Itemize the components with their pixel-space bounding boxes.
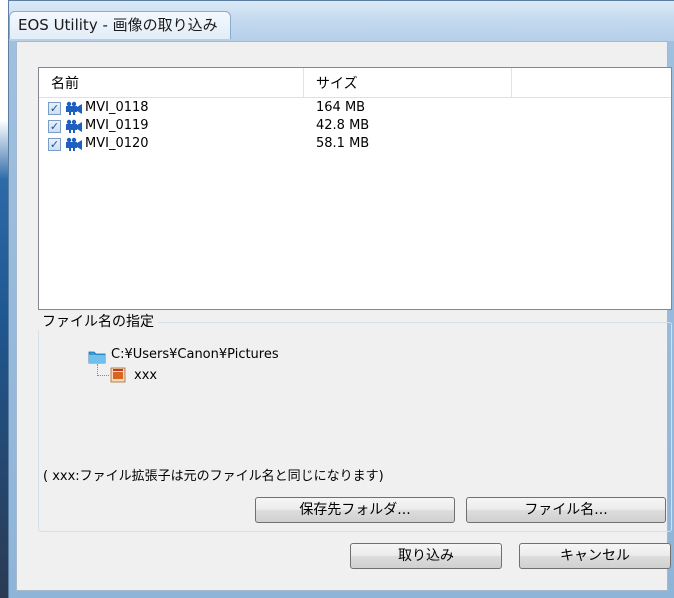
tree-connector <box>97 364 109 376</box>
file-name-cell: MVI_0118 <box>85 100 149 115</box>
checkbox-checked-icon[interactable]: ✓ <box>48 138 61 151</box>
folder-icon <box>88 351 106 364</box>
filename-group-label: ファイル名の指定 <box>38 314 158 330</box>
column-header-empty[interactable] <box>512 68 671 98</box>
movie-camera-icon <box>66 137 82 151</box>
file-size-cell: 164 MB <box>316 100 366 115</box>
file-name-sample: xxx <box>134 368 158 383</box>
extension-note: ( xxx:ファイル拡張子は元のファイル名と同じになります) <box>43 469 384 484</box>
movie-camera-icon <box>66 119 82 133</box>
import-dialog-window: EOS Utility - 画像の取り込み 名前 サイズ ✓ MVI_0118 <box>8 0 674 598</box>
checkbox-checked-icon[interactable]: ✓ <box>48 102 61 115</box>
destination-folder-button[interactable]: 保存先フォルダ... <box>255 497 455 523</box>
file-name-cell: MVI_0119 <box>85 118 149 133</box>
destination-folder-path: C:¥Users¥Canon¥Pictures <box>111 347 279 362</box>
import-button[interactable]: 取り込み <box>350 543 502 569</box>
list-item[interactable]: ✓ MVI_0118 164 MB <box>39 99 671 117</box>
dialog-client-area: 名前 サイズ ✓ MVI_0118 164 MB ✓ MVI_0119 42.8… <box>16 41 672 591</box>
title-bar[interactable]: EOS Utility - 画像の取り込み <box>9 1 674 41</box>
window-title: EOS Utility - 画像の取り込み <box>9 11 231 39</box>
file-name-cell: MVI_0120 <box>85 136 149 151</box>
movie-camera-icon <box>66 101 82 115</box>
column-header-size[interactable]: サイズ <box>304 68 512 98</box>
file-size-cell: 58.1 MB <box>316 136 370 151</box>
list-item[interactable]: ✓ MVI_0119 42.8 MB <box>39 117 671 135</box>
list-item[interactable]: ✓ MVI_0120 58.1 MB <box>39 135 671 153</box>
cancel-button[interactable]: キャンセル <box>519 543 671 569</box>
file-name-button[interactable]: ファイル名... <box>466 497 666 523</box>
column-header-name[interactable]: 名前 <box>39 68 304 98</box>
file-list[interactable]: 名前 サイズ ✓ MVI_0118 164 MB ✓ MVI_0119 42.8… <box>38 67 672 310</box>
checkbox-checked-icon[interactable]: ✓ <box>48 120 61 133</box>
file-icon <box>110 367 126 383</box>
file-size-cell: 42.8 MB <box>316 118 370 133</box>
list-header: 名前 サイズ <box>39 68 671 98</box>
desktop-background-strip <box>0 0 8 598</box>
